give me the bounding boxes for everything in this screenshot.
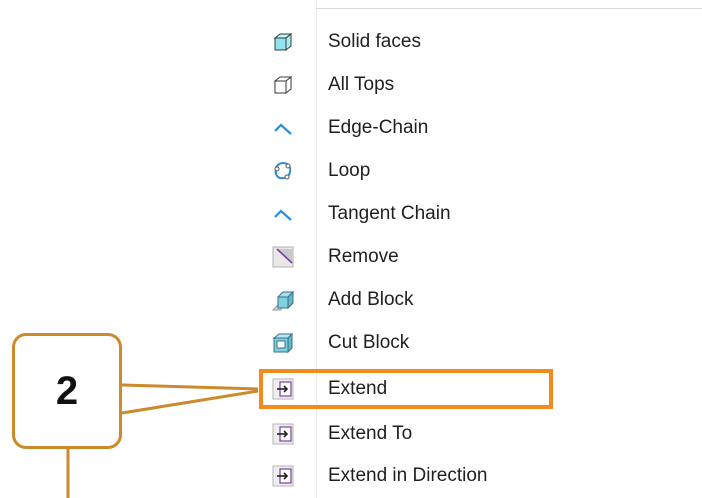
menu-item-label: All Tops xyxy=(328,74,395,95)
menu-item-cut-block[interactable]: Cut Block xyxy=(262,323,682,363)
step-callout: 2 xyxy=(12,333,122,449)
menu-item-label: Cut Block xyxy=(328,332,410,353)
solid-faces-icon xyxy=(273,32,293,52)
add-block-icon xyxy=(272,290,294,311)
menu-item-label: Solid faces xyxy=(328,31,421,52)
extend-highlight-frame xyxy=(259,369,553,409)
menu-item-solid-faces[interactable]: Solid faces xyxy=(262,22,682,62)
menu-item-label: Edge-Chain xyxy=(328,117,429,138)
menu-item-label: Extend To xyxy=(328,423,413,444)
menu-item-extend-in-direction[interactable]: Extend in Direction xyxy=(262,456,682,496)
menu-item-all-tops[interactable]: All Tops xyxy=(262,65,682,105)
menu-item-label: Tangent Chain xyxy=(328,203,451,224)
menu-item-edge-chain[interactable]: Edge-Chain xyxy=(262,108,682,148)
menu-item-label: Remove xyxy=(328,246,399,267)
menu-item-tangent-chain[interactable]: Tangent Chain xyxy=(262,194,682,234)
all-tops-icon xyxy=(273,75,293,95)
menu-item-label: Extend in Direction xyxy=(328,465,488,486)
menu-top-separator xyxy=(316,8,702,9)
menu-item-loop[interactable]: Loop xyxy=(262,151,682,191)
remove-icon xyxy=(272,246,294,268)
loop-icon xyxy=(274,161,292,180)
cut-block-icon xyxy=(272,332,294,354)
extend-to-icon xyxy=(272,423,294,445)
edge-chain-icon xyxy=(274,123,292,135)
menu-item-remove[interactable]: Remove xyxy=(262,237,682,277)
step-number: 2 xyxy=(55,368,79,413)
menu-item-extend-to[interactable]: Extend To xyxy=(262,414,682,454)
extend-in-direction-icon xyxy=(272,465,294,487)
menu-item-label: Add Block xyxy=(328,289,414,310)
menu-item-add-block[interactable]: Add Block xyxy=(262,280,682,320)
menu-item-label: Loop xyxy=(328,160,371,181)
tangent-chain-icon xyxy=(274,209,292,221)
